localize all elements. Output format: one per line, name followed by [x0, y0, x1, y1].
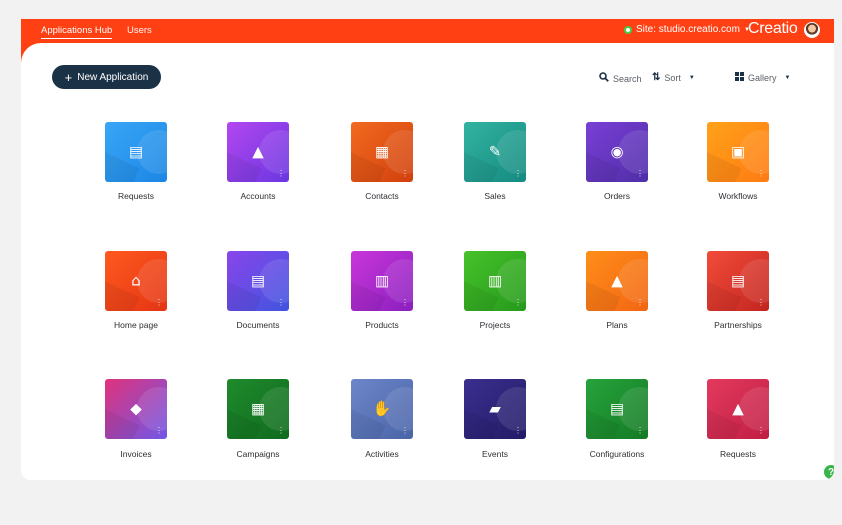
app-label: Sales	[484, 191, 506, 201]
home-icon: ⌂	[131, 271, 141, 290]
app-label: Configurations	[589, 449, 645, 459]
pencil-document-icon: ✎	[488, 142, 502, 161]
app-label: Workflows	[718, 191, 758, 201]
new-application-label: New Application	[77, 71, 149, 83]
app-label: Accounts	[240, 191, 276, 201]
app-label: Products	[365, 320, 399, 330]
person-icon: ▲	[611, 271, 623, 290]
hand-gears-icon: ✋	[372, 399, 392, 418]
coins-info-icon: ◉	[610, 142, 624, 161]
app-tile[interactable]: ⌂ ⋮	[105, 251, 167, 311]
help-button[interactable]: ?	[824, 465, 834, 479]
photo-stack-icon: ▣	[730, 142, 746, 161]
app-label: Requests	[720, 449, 756, 459]
more-options-icon[interactable]: ⋮	[514, 427, 522, 435]
app-tile[interactable]: ▤ ⋮	[707, 251, 769, 311]
app-label: Home page	[114, 320, 158, 330]
more-options-icon[interactable]: ⋮	[757, 427, 765, 435]
app-label: Documents	[236, 320, 280, 330]
app-tile[interactable]: ▲ ⋮	[227, 122, 289, 182]
sort-dropdown[interactable]: ⇅ Sort ▼	[652, 72, 695, 83]
more-options-icon[interactable]: ⋮	[757, 170, 765, 178]
app-label: Campaigns	[236, 449, 280, 459]
app-label: Projects	[479, 320, 511, 330]
tab-users[interactable]: Users	[127, 25, 152, 36]
app-label: Contacts	[365, 191, 399, 201]
more-options-icon[interactable]: ⋮	[277, 170, 285, 178]
app-label: Plans	[606, 320, 628, 330]
more-options-icon[interactable]: ⋮	[636, 170, 644, 178]
more-options-icon[interactable]: ⋮	[401, 299, 409, 307]
app-tile[interactable]: ▲ ⋮	[707, 379, 769, 439]
avatar[interactable]	[804, 22, 820, 38]
building-icon: ▥	[487, 271, 503, 290]
more-options-icon[interactable]: ⋮	[401, 427, 409, 435]
app-label: Orders	[604, 191, 630, 201]
hand-diamond-icon: ◆	[130, 399, 142, 418]
site-selector[interactable]: Site: studio.creatio.com ▼	[624, 24, 750, 35]
chat-bubbles-icon: ▰	[489, 399, 501, 418]
app-label: Requests	[118, 191, 154, 201]
search-icon	[599, 72, 609, 85]
app-tile[interactable]: ▥ ⋮	[464, 251, 526, 311]
app-tile[interactable]: ◉ ⋮	[586, 122, 648, 182]
search-button[interactable]: Search	[599, 72, 642, 85]
app-tile[interactable]: ▲ ⋮	[586, 251, 648, 311]
view-dropdown[interactable]: Gallery ▼	[735, 72, 790, 84]
app-tile[interactable]: ▤	[105, 122, 167, 182]
app-tile[interactable]: ▤ ⋮	[586, 379, 648, 439]
person-card-icon: ▲	[252, 142, 264, 161]
more-options-icon[interactable]: ⋮	[757, 299, 765, 307]
app-tile[interactable]: ▤ ⋮	[227, 251, 289, 311]
more-options-icon[interactable]: ⋮	[636, 299, 644, 307]
app-label: Events	[482, 449, 508, 459]
chevron-down-icon: ▼	[784, 75, 791, 81]
app-tile[interactable]: ▥ ⋮	[351, 251, 413, 311]
status-dot-icon	[624, 25, 632, 34]
top-bar-curve	[21, 43, 834, 63]
app-label: Invoices	[120, 449, 152, 459]
document-info-icon: ▤	[250, 271, 266, 290]
more-options-icon[interactable]: ⋮	[401, 170, 409, 178]
more-options-icon[interactable]: ⋮	[277, 427, 285, 435]
app-tile[interactable]: ▦ ⋮	[351, 122, 413, 182]
top-bar: Applications Hub Users Site: studio.crea…	[21, 19, 834, 43]
app-tile[interactable]: ◆ ⋮	[105, 379, 167, 439]
view-label: Gallery	[748, 73, 777, 83]
more-options-icon[interactable]: ⋮	[277, 299, 285, 307]
search-label: Search	[613, 73, 642, 84]
app-label: Activities	[365, 449, 399, 459]
document-lock-icon: ▤	[730, 271, 746, 290]
tab-applications-hub[interactable]: Applications Hub	[41, 25, 113, 39]
chevron-down-icon: ▼	[688, 74, 695, 81]
app-label: Partnerships	[714, 320, 762, 330]
grid-icon	[735, 72, 744, 84]
person-list-icon: ▲	[732, 399, 744, 418]
new-application-button[interactable]: + New Application	[52, 65, 161, 89]
app-tile[interactable]: ✎ ⋮	[464, 122, 526, 182]
more-options-icon[interactable]: ⋮	[514, 170, 522, 178]
sort-label: Sort	[664, 72, 681, 83]
more-options-icon[interactable]: ⋮	[514, 299, 522, 307]
app-tile[interactable]: ✋ ⋮	[351, 379, 413, 439]
app-tile[interactable]: ▰ ⋮	[464, 379, 526, 439]
document-sign-icon: ▤	[128, 142, 144, 161]
plus-icon: +	[64, 69, 73, 85]
more-options-icon[interactable]: ⋮	[155, 427, 163, 435]
more-options-icon[interactable]: ⋮	[636, 427, 644, 435]
app-tile[interactable]: ▣ ⋮	[707, 122, 769, 182]
sort-icon: ⇅	[652, 72, 661, 83]
brand-logo: Creatio	[748, 20, 798, 37]
document-gear-icon: ▤	[609, 399, 625, 418]
calculator-icon: ▦	[250, 399, 266, 418]
site-label: Site: studio.creatio.com	[636, 24, 740, 35]
app-tile[interactable]: ▦ ⋮	[227, 379, 289, 439]
buildings-icon: ▥	[374, 271, 390, 290]
id-card-add-icon: ▦	[374, 142, 390, 161]
more-options-icon[interactable]: ⋮	[155, 299, 163, 307]
app-window: Applications Hub Users Site: studio.crea…	[21, 19, 834, 480]
